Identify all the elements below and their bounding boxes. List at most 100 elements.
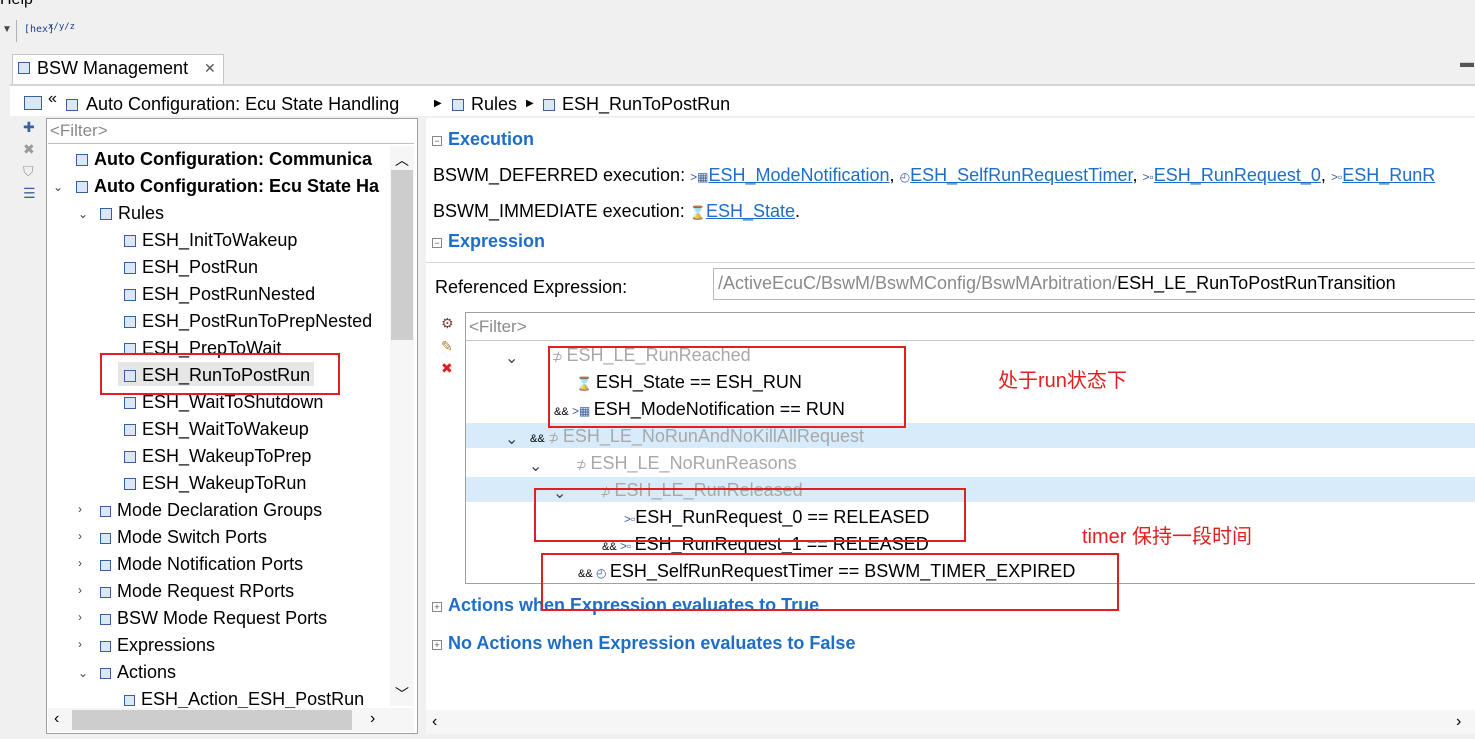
tree-item-auto-config-communication[interactable]: Auto Configuration: Communica — [76, 149, 372, 169]
tree-hscroll-thumb[interactable] — [72, 710, 352, 730]
tree-item-auto-config-ecu-state[interactable]: Auto Configuration: Ecu State Ha — [76, 176, 379, 196]
deferred-execution-row: BSWM_DEFERRED execution: >▦ESH_ModeNotif… — [433, 165, 1436, 185]
port-icon — [100, 533, 111, 544]
tree-item-rule[interactable]: ESH_WaitToShutdown — [124, 392, 323, 412]
tree-item-mode-switch-ports[interactable]: Mode Switch Ports — [100, 527, 267, 547]
tree-item-mode-declaration-groups[interactable]: Mode Declaration Groups — [100, 500, 322, 520]
tree-filter-input[interactable]: <Filter> — [50, 121, 108, 141]
add-icon[interactable]: ✚ — [23, 119, 35, 136]
rules-icon — [100, 208, 112, 220]
link-self-run-request-timer[interactable]: ESH_SelfRunRequestTimer — [910, 165, 1132, 185]
rule-icon — [124, 451, 136, 463]
chevron-down-icon[interactable]: ⌄ — [505, 348, 518, 368]
chevron-down-icon[interactable]: ⌄ — [78, 666, 88, 680]
tree-item-rules[interactable]: Rules — [100, 203, 164, 223]
rules-icon — [452, 99, 464, 111]
filter-icon[interactable]: ⛉ — [23, 163, 34, 180]
annotation-note-timer: timer 保持一段时间 — [1082, 526, 1252, 548]
action-list-icon — [124, 695, 135, 706]
tree-item-rule[interactable]: ESH_WakeupToPrep — [124, 446, 311, 466]
collapse-icon[interactable]: − — [432, 238, 442, 248]
breadcrumb-separator-icon: ▶ — [526, 98, 534, 109]
minimize-icon[interactable]: ▬ — [1460, 54, 1474, 70]
chevron-right-icon[interactable]: › — [78, 556, 88, 570]
dropdown-arrow-icon[interactable]: ▼ — [2, 24, 12, 35]
filter-divider — [466, 340, 1474, 341]
delete-icon[interactable]: ✖ — [23, 141, 35, 158]
link-esh-state[interactable]: ESH_State — [706, 201, 795, 221]
editor-tab-title: BSW Management — [37, 58, 189, 78]
chevron-right-icon[interactable]: › — [78, 610, 88, 624]
logical-expression-icon: ⊅ — [576, 457, 591, 472]
chevron-down-icon[interactable]: ⌄ — [529, 456, 542, 476]
rule-icon — [124, 289, 136, 301]
expand-icon[interactable]: + — [432, 640, 442, 650]
tree-item-mode-notification-ports[interactable]: Mode Notification Ports — [100, 554, 303, 574]
tree-item-rule[interactable]: ESH_PostRunNested — [124, 284, 315, 304]
chevron-right-icon[interactable]: › — [78, 583, 88, 597]
expression-filter-input[interactable]: <Filter> — [469, 317, 527, 337]
help-menu[interactable]: Help — [0, 0, 33, 9]
rule-icon — [124, 424, 136, 436]
mode-request-icon: >▫ — [1142, 170, 1154, 184]
rule-icon — [543, 99, 555, 111]
chevron-down-icon[interactable]: ⌄ — [505, 429, 518, 449]
toolbar-separator — [16, 20, 17, 42]
breadcrumb-item-rules[interactable]: Rules — [471, 94, 517, 115]
edit-expression-icon[interactable]: ✎ — [441, 338, 453, 355]
chevron-down-icon[interactable]: ⌄ — [78, 207, 88, 221]
remove-expression-icon[interactable]: ✖ — [441, 360, 453, 377]
scroll-right-icon[interactable]: › — [1456, 713, 1461, 731]
link-run-request-1[interactable]: ESH_RunR — [1342, 165, 1435, 185]
mode-notification-icon: >▦ — [690, 170, 709, 184]
close-icon[interactable]: ✕ — [204, 60, 216, 77]
tree-item-rule[interactable]: ESH_PostRun — [124, 257, 258, 277]
annotation-note-run-state: 处于run状态下 — [998, 370, 1127, 392]
tree-item-rule[interactable]: ESH_InitToWakeup — [124, 230, 297, 250]
details-horizontal-scrollbar[interactable] — [426, 710, 1475, 734]
section-title-execution[interactable]: Execution — [448, 129, 534, 150]
section-title-expression[interactable]: Expression — [448, 231, 545, 252]
link-mode-notification[interactable]: ESH_ModeNotification — [708, 165, 889, 185]
tree-item-rule[interactable]: ESH_PostRunToPrepNested — [124, 311, 372, 331]
bsw-mode-request-icon: ⌛ — [689, 205, 706, 220]
scroll-right-icon[interactable]: › — [370, 710, 375, 728]
show-tree-icon[interactable] — [24, 96, 42, 110]
tree-scroll-thumb[interactable] — [391, 170, 413, 340]
chevron-right-icon[interactable]: › — [78, 502, 88, 516]
breadcrumb-item-rule[interactable]: ESH_RunToPostRun — [562, 94, 730, 115]
chevron-right-icon[interactable]: › — [78, 529, 88, 543]
tree-item-bsw-mode-request-ports[interactable]: BSW Mode Request Ports — [100, 608, 327, 628]
rule-icon — [124, 478, 136, 490]
config-icon — [76, 181, 88, 193]
rule-icon — [124, 262, 136, 274]
tree-item-rule[interactable]: ESH_WaitToWakeup — [124, 419, 309, 439]
expr-item[interactable]: ⊅ ESH_LE_NoRunReasons — [576, 453, 797, 477]
action-icon — [100, 668, 111, 679]
rule-icon — [124, 235, 136, 247]
breadcrumb-item-auto-config[interactable]: Auto Configuration: Ecu State Handling — [86, 94, 399, 115]
annotation-box-selected-rule — [100, 353, 340, 395]
format-toggle-button[interactable]: x/y/z — [48, 22, 75, 32]
scroll-left-icon[interactable]: ‹ — [432, 713, 437, 731]
tree-item-action[interactable]: ESH_Action_ESH_PostRun — [124, 689, 364, 709]
scroll-left-icon[interactable]: ‹ — [54, 710, 59, 728]
add-expression-icon[interactable]: ⚙ — [441, 315, 454, 332]
link-run-request-0[interactable]: ESH_RunRequest_0 — [1154, 165, 1321, 185]
chevron-right-icon[interactable]: › — [78, 637, 88, 651]
list-icon[interactable]: ☰ — [23, 185, 36, 202]
scroll-down-icon[interactable]: ﹀ — [395, 684, 409, 704]
tree-item-rule[interactable]: ESH_WakeupToRun — [124, 473, 306, 493]
expr-item[interactable]: && ⊅ ESH_LE_NoRunAndNoKillAllRequest — [530, 426, 864, 450]
rule-icon — [124, 397, 136, 409]
tree-item-actions[interactable]: Actions — [100, 662, 176, 682]
chevron-down-icon[interactable]: ⌄ — [53, 180, 63, 194]
scroll-up-icon[interactable]: ︿ — [395, 150, 409, 170]
section-title-actions-false[interactable]: No Actions when Expression evaluates to … — [448, 633, 855, 654]
back-icon[interactable]: « — [48, 90, 57, 108]
tree-item-mode-request-rports[interactable]: Mode Request RPorts — [100, 581, 294, 601]
port-icon — [100, 614, 111, 625]
collapse-icon[interactable]: − — [432, 136, 442, 146]
expand-icon[interactable]: + — [432, 602, 442, 612]
tree-item-expressions[interactable]: Expressions — [100, 635, 215, 655]
